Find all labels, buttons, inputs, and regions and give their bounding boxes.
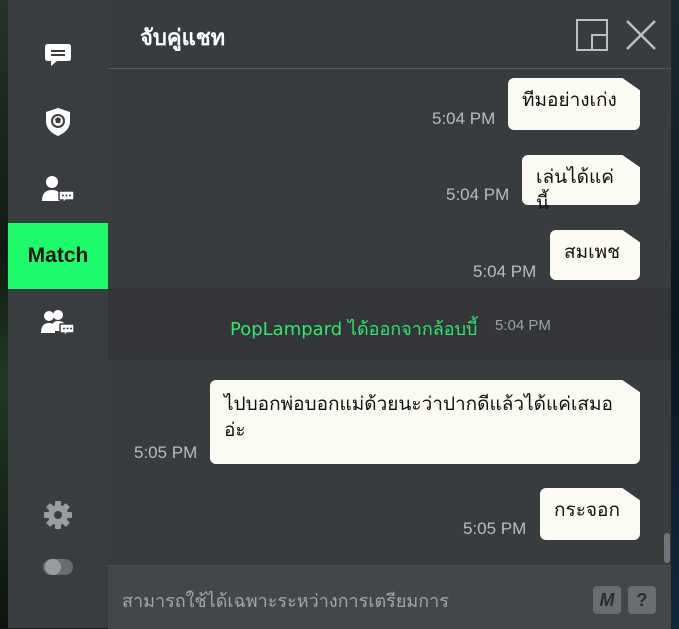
toggle-icon xyxy=(43,559,73,575)
chat-bubble: ทีมอย่างเก่ง xyxy=(508,77,641,130)
chat-bubble: สมเพช xyxy=(550,229,641,280)
chat-bubble: เล่นได้แค่นี้ xyxy=(522,154,641,214)
m-button[interactable]: M xyxy=(593,586,621,614)
sidebar-item-team[interactable] xyxy=(8,89,108,155)
system-message: PopLampard ได้ออกจากล้อบบี้ 5:04 PM xyxy=(108,288,671,360)
group-chat-icon xyxy=(41,310,75,337)
popout-icon xyxy=(576,19,608,51)
background-edge-left xyxy=(0,0,8,628)
toggle-switch[interactable] xyxy=(8,534,108,600)
chat-bubble-icon xyxy=(45,44,71,66)
popout-button[interactable] xyxy=(575,18,609,52)
user-chat-icon xyxy=(42,176,75,204)
sidebar-item-group-chat[interactable] xyxy=(8,290,108,356)
sidebar-item-private-chat[interactable] xyxy=(8,156,108,222)
message-time: 5:04 PM xyxy=(446,185,510,204)
system-message-text: PopLampard ได้ออกจากล้อบบี้ xyxy=(230,319,478,340)
scrollbar-thumb[interactable] xyxy=(664,533,670,563)
message-time: 5:04 PM xyxy=(432,109,496,128)
sidebar-item-chat[interactable] xyxy=(8,22,108,88)
message-time: 5:05 PM xyxy=(134,443,198,462)
close-button[interactable] xyxy=(624,18,658,52)
chat-header: จับคู่แชท xyxy=(108,0,671,69)
chat-panel: จับคู่แชท ทีมอย่างเก่ง 5:04 PM เล่นได้แค… xyxy=(108,0,671,629)
background-edge-right xyxy=(671,0,679,628)
chat-unavailable-notice: สามารถใช้ได้เฉพาะระหว่างการเตรียมการ xyxy=(122,591,449,612)
chat-footer: สามารถใช้ได้เฉพาะระหว่างการเตรียมการ M ? xyxy=(108,565,671,629)
chat-bubble: กระจอก xyxy=(540,487,641,540)
close-icon xyxy=(626,20,656,50)
message-time: 5:04 PM xyxy=(473,262,537,281)
system-message-time: 5:04 PM xyxy=(495,317,551,334)
page-title: จับคู่แชท xyxy=(140,26,226,51)
gear-icon xyxy=(44,501,72,529)
team-shield-icon xyxy=(46,108,70,136)
message-list[interactable]: ทีมอย่างเก่ง 5:04 PM เล่นได้แค่นี้ 5:04 … xyxy=(108,69,671,565)
help-button[interactable]: ? xyxy=(628,586,656,614)
chat-bubble: ไปบอกพ่อบอกแม่ด้วยนะว่าปากดีแล้วได้แค่เส… xyxy=(210,379,641,464)
sidebar: Match xyxy=(8,0,108,628)
sidebar-item-match[interactable]: Match xyxy=(8,223,108,289)
message-time: 5:05 PM xyxy=(463,519,527,538)
